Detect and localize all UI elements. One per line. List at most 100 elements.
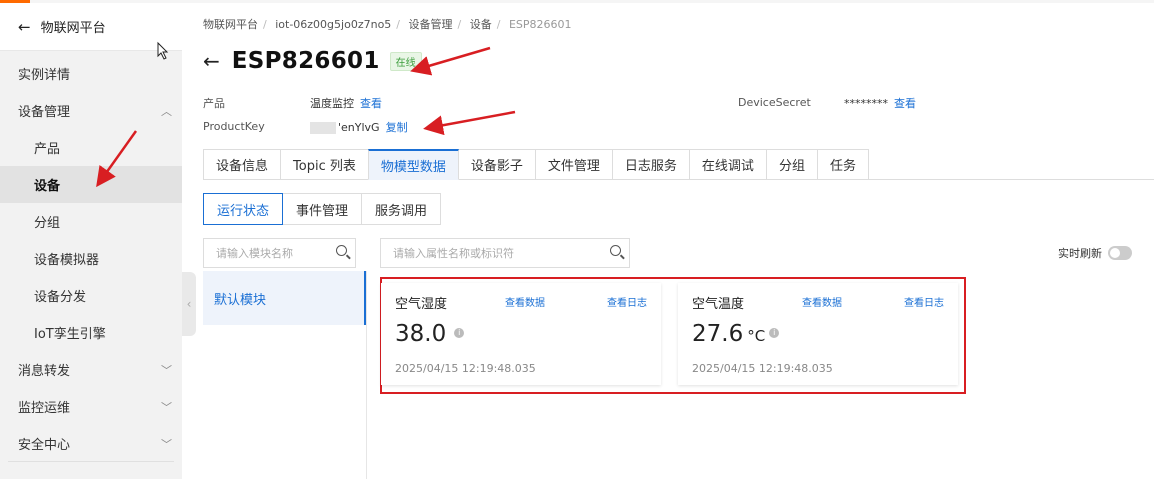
devicesecret-value: ******** xyxy=(844,97,888,110)
view-data-link[interactable]: 查看数据 xyxy=(802,294,842,309)
sidebar-item-label: 设备模拟器 xyxy=(34,253,100,268)
view-log-link[interactable]: 查看日志 xyxy=(904,294,944,309)
sidebar-divider xyxy=(8,461,174,462)
property-card-temperature: 空气温度 查看数据 查看日志 27.6 °C i 2025/04/15 12:1… xyxy=(678,283,958,385)
breadcrumb-item[interactable]: iot-06z00g5jo0z7no5 xyxy=(275,18,391,31)
breadcrumb-item[interactable]: 物联网平台 xyxy=(203,18,258,31)
tab-bar: 设备信息 Topic 列表 物模型数据 设备影子 文件管理 日志服务 在线调试 … xyxy=(203,149,869,180)
tab-device-info[interactable]: 设备信息 xyxy=(203,149,282,180)
info-icon[interactable]: i xyxy=(454,328,465,338)
info-icon[interactable]: i xyxy=(769,328,780,338)
back-arrow-icon[interactable]: ← xyxy=(203,49,220,73)
sidebar-item-product[interactable]: 产品 xyxy=(0,129,182,166)
module-search-input[interactable]: 请输入模块名称 xyxy=(203,238,356,268)
search-icon[interactable] xyxy=(336,245,347,256)
status-badge: 在线 xyxy=(389,51,422,71)
toggle-knob xyxy=(1110,248,1120,258)
masked-redaction xyxy=(310,122,336,134)
devicesecret-label: DeviceSecret xyxy=(738,96,811,109)
sidebar-item-device-management[interactable]: 设备管理 ︿ xyxy=(0,92,182,129)
chevron-down-icon: ﹀ xyxy=(161,438,172,451)
sidebar-item-iot-twin-engine[interactable]: IoT孪生引擎 xyxy=(0,314,182,351)
tab-thing-model-data[interactable]: 物模型数据 xyxy=(367,149,459,180)
devicesecret-view-link[interactable]: 查看 xyxy=(894,97,916,110)
realtime-refresh: 实时刷新 xyxy=(1058,245,1132,261)
module-search-placeholder: 请输入模块名称 xyxy=(216,247,293,260)
subtab-runtime-status[interactable]: 运行状态 xyxy=(203,193,284,225)
sidebar-back-label: 物联网平台 xyxy=(40,21,106,36)
product-view-link[interactable]: 查看 xyxy=(360,97,382,110)
devicesecret-info: ******** 查看 xyxy=(844,95,916,111)
breadcrumb: 物联网平台 / iot-06z00g5jo0z7no5/ 设备管理 / 设备 / ES… xyxy=(203,18,572,31)
module-item-default[interactable]: 默认模块 xyxy=(203,271,366,325)
module-divider xyxy=(366,271,367,479)
breadcrumb-item[interactable]: 设备 xyxy=(470,18,492,31)
breadcrumb-item[interactable]: 设备管理 xyxy=(409,18,453,31)
sidebar-item-instance-details[interactable]: 实例详情 xyxy=(0,55,182,92)
sidebar-item-label: 安全中心 xyxy=(18,438,71,453)
property-search-input[interactable]: 请输入属性名称或标识符 xyxy=(380,238,630,268)
breadcrumb-current: ESP826601 xyxy=(508,18,572,31)
property-value-row: 27.6 °C i xyxy=(692,321,780,347)
chevron-down-icon: ﹀ xyxy=(161,364,172,377)
view-log-link[interactable]: 查看日志 xyxy=(607,294,647,309)
realtime-refresh-toggle[interactable] xyxy=(1108,246,1132,260)
page-header: ← ESP826601 在线 xyxy=(203,48,422,74)
subtab-service-call[interactable]: 服务调用 xyxy=(361,193,442,225)
product-value: 温度监控 xyxy=(310,97,354,110)
subtab-event-management[interactable]: 事件管理 xyxy=(282,193,363,225)
sidebar-item-label: 消息转发 xyxy=(18,364,71,379)
sidebar-item-device-simulator[interactable]: 设备模拟器 xyxy=(0,240,182,277)
tab-task[interactable]: 任务 xyxy=(816,149,869,180)
property-timestamp: 2025/04/15 12:19:48.035 xyxy=(692,362,833,375)
productkey-value: 'enYlvG xyxy=(338,121,380,134)
sidebar-item-message-forwarding[interactable]: 消息转发 ﹀ xyxy=(0,351,182,388)
annotation-arrow xyxy=(410,46,491,76)
property-name: 空气温度 xyxy=(692,297,745,312)
sidebar-item-label: 分组 xyxy=(34,216,61,231)
productkey-copy-link[interactable]: 复制 xyxy=(386,121,408,134)
sidebar-item-label: 设备分发 xyxy=(34,290,87,305)
property-value: 27.6 xyxy=(692,321,744,347)
property-search-placeholder: 请输入属性名称或标识符 xyxy=(393,247,514,260)
sidebar-item-device-distribution[interactable]: 设备分发 xyxy=(0,277,182,314)
chevron-down-icon: ﹀ xyxy=(161,401,172,414)
property-value-row: 38.0 i xyxy=(395,321,465,347)
sidebar-item-device[interactable]: 设备 xyxy=(0,166,182,203)
sidebar-back-link[interactable]: ← 物联网平台 xyxy=(0,3,182,51)
property-timestamp: 2025/04/15 12:19:48.035 xyxy=(395,362,536,375)
property-card-humidity: 空气湿度 查看数据 查看日志 38.0 i 2025/04/15 12:19:4… xyxy=(381,283,661,385)
productkey-label: ProductKey xyxy=(203,120,265,133)
property-name: 空气湿度 xyxy=(395,297,448,312)
sidebar-item-label: IoT孪生引擎 xyxy=(34,327,106,342)
tab-group[interactable]: 分组 xyxy=(765,149,818,180)
back-arrow-icon: ← xyxy=(18,17,31,36)
sidebar-item-monitoring-ops[interactable]: 监控运维 ﹀ xyxy=(0,388,182,425)
tab-topic-list[interactable]: Topic 列表 xyxy=(280,149,369,180)
subtab-bar: 运行状态 事件管理 服务调用 xyxy=(203,193,442,225)
sidebar-collapse-handle[interactable]: ‹ xyxy=(182,272,196,336)
view-data-link[interactable]: 查看数据 xyxy=(505,294,545,309)
sidebar-item-label: 实例详情 xyxy=(18,68,71,83)
sidebar: ← 物联网平台 实例详情 设备管理 ︿ 产品 设备 分组 设备模拟器 设备分发 I… xyxy=(0,3,182,479)
tab-online-debug[interactable]: 在线调试 xyxy=(688,149,767,180)
property-value: 38.0 xyxy=(395,321,447,347)
tab-file-management[interactable]: 文件管理 xyxy=(534,149,613,180)
sidebar-item-label: 产品 xyxy=(34,142,61,157)
sidebar-item-security-center[interactable]: 安全中心 ﹀ xyxy=(0,425,182,462)
tab-device-shadow[interactable]: 设备影子 xyxy=(457,149,536,180)
chevron-left-icon: ‹ xyxy=(186,297,192,311)
product-label: 产品 xyxy=(203,97,225,110)
page-title: ESP826601 xyxy=(231,48,380,74)
realtime-refresh-label: 实时刷新 xyxy=(1058,247,1102,260)
sidebar-item-label: 设备 xyxy=(34,179,61,194)
module-list: 默认模块 xyxy=(203,271,366,479)
productkey-info: 'enYlvG 复制 xyxy=(310,119,408,135)
tab-log-service[interactable]: 日志服务 xyxy=(611,149,690,180)
sidebar-item-group[interactable]: 分组 xyxy=(0,203,182,240)
annotation-arrow xyxy=(423,110,516,136)
sidebar-item-label: 设备管理 xyxy=(18,105,71,120)
search-icon[interactable] xyxy=(610,245,621,256)
property-unit: °C xyxy=(747,327,766,345)
sidebar-item-label: 监控运维 xyxy=(18,401,71,416)
